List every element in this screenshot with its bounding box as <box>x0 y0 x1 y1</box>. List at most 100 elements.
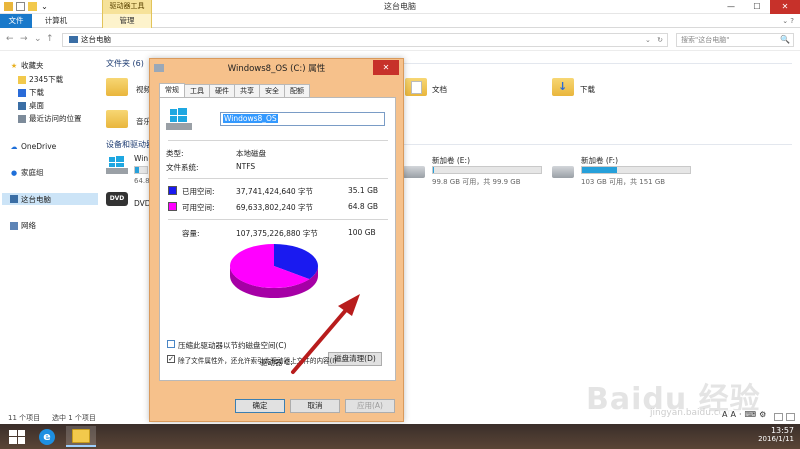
index-drive-label: 除了文件属性外，还允许索引此驱动器上文件的内容(I) <box>178 357 337 365</box>
explorer-icon <box>4 2 13 11</box>
new-folder-icon[interactable] <box>28 2 37 11</box>
start-button[interactable] <box>2 426 32 447</box>
recent-locations-button[interactable]: ⌄ <box>34 34 42 44</box>
index-drive-checkbox[interactable]: ✓ <box>167 355 175 363</box>
dialog-close-button[interactable]: ✕ <box>373 60 399 75</box>
nav-item-2345-download[interactable]: 2345下载 <box>18 74 63 85</box>
documents-folder-icon <box>405 78 427 96</box>
close-button[interactable]: ✕ <box>770 0 800 14</box>
internet-explorer-button[interactable]: e <box>32 426 62 447</box>
drive-c-usage-fill <box>135 167 140 173</box>
capacity-bytes: 107,375,226,880 字节 <box>236 229 318 238</box>
apply-button[interactable]: 应用(A) <box>345 399 395 413</box>
tab-computer[interactable]: 计算机 <box>36 14 76 28</box>
drive-c-usage-bar <box>134 166 148 174</box>
tab-file[interactable]: 文件 <box>0 14 32 28</box>
maximize-button[interactable]: ☐ <box>744 0 770 14</box>
forward-button[interactable]: → <box>20 34 28 44</box>
keyboard-icon[interactable]: ⌨ <box>745 410 757 419</box>
dialog-title: Windows8_OS (C:) 属性 <box>227 64 326 74</box>
ok-button[interactable]: 确定 <box>235 399 285 413</box>
folder-downloads-label[interactable]: 下载 <box>580 84 595 95</box>
compress-drive-checkbox[interactable] <box>167 340 175 348</box>
drive-c-name[interactable]: Win <box>134 154 148 163</box>
drive-c-free: 64.8 <box>134 177 150 185</box>
recent-places-icon <box>18 114 26 123</box>
drive-e-free: 99.8 GB 可用，共 99.9 GB <box>432 178 521 186</box>
windows-drive-icon <box>166 108 192 130</box>
type-value: 本地磁盘 <box>236 149 266 158</box>
refresh-button[interactable]: ↻ <box>657 36 663 44</box>
folder-documents-label[interactable]: 文档 <box>432 84 447 95</box>
folder-icon <box>106 110 128 128</box>
nav-this-pc[interactable]: 这台电脑 <box>2 193 98 205</box>
tab-quota[interactable]: 配额 <box>284 84 310 97</box>
address-controls: ⌄ ↻ <box>645 34 663 46</box>
ime-punct-icon[interactable]: · <box>739 410 742 419</box>
volume-name-text: Windows8_OS <box>223 114 278 123</box>
windows-logo-icon <box>9 429 25 444</box>
windows-drive-icon <box>106 156 128 174</box>
tab-general[interactable]: 常规 <box>159 83 185 97</box>
nav-onedrive[interactable]: ☁ OneDrive <box>10 142 57 151</box>
system-clock[interactable]: 13:57 2016/1/11 <box>734 426 794 448</box>
capacity-label: 容量: <box>182 229 200 238</box>
cancel-button[interactable]: 取消 <box>290 399 340 413</box>
tab-tools[interactable]: 工具 <box>184 84 210 97</box>
filesystem-value: NTFS <box>236 162 256 171</box>
folder-icon <box>106 78 128 96</box>
nav-item-desktop[interactable]: 桌面 <box>18 100 44 111</box>
taskbar: e 13:57 2016/1/11 <box>0 424 800 449</box>
drive-e-name[interactable]: 新加卷 (E:) <box>432 155 470 166</box>
address-field[interactable]: 这台电脑 ⌄ ↻ <box>62 33 668 47</box>
cloud-icon: ☁ <box>10 142 18 151</box>
drive-icon <box>154 64 164 72</box>
minimize-button[interactable]: — <box>718 0 744 14</box>
properties-dialog: Windows8_OS (C:) 属性 ✕ 常规 工具 硬件 共享 安全 配额 … <box>149 58 404 422</box>
chevron-down-icon[interactable]: ⌄ <box>40 2 49 11</box>
devices-group-title[interactable]: 设备和驱动器 <box>106 139 154 150</box>
up-button[interactable]: ↑ <box>46 34 54 44</box>
tab-hardware[interactable]: 硬件 <box>209 84 235 97</box>
gear-icon[interactable]: ⚙ <box>759 410 766 419</box>
nav-network[interactable]: 网络 <box>10 220 36 231</box>
drive-f-name[interactable]: 新加卷 (F:) <box>581 155 618 166</box>
address-path: 这台电脑 <box>81 35 111 44</box>
tab-manage[interactable]: 管理 <box>102 14 152 28</box>
nav-item-recent-places[interactable]: 最近访问的位置 <box>18 113 82 124</box>
drive-f-usage-bar <box>581 166 691 174</box>
tab-security[interactable]: 安全 <box>259 84 285 97</box>
folders-group-title[interactable]: 文件夹 (6) <box>106 58 144 69</box>
search-input[interactable]: 搜索"这台电脑" 🔍 <box>676 33 794 47</box>
item-count: 11 个项目 <box>8 414 41 422</box>
volume-name-input[interactable]: Windows8_OS <box>220 112 385 126</box>
network-icon <box>10 221 18 230</box>
ime-toolbar: A A · ⌨ ⚙ <box>720 410 769 419</box>
used-space-gb: 35.1 GB <box>348 186 379 195</box>
used-space-bytes: 37,741,424,640 字节 <box>236 187 314 196</box>
ribbon-expand-button[interactable]: ⌄ ? <box>782 17 794 25</box>
general-tab-panel: Windows8_OS 类型: 本地磁盘 文件系统: NTFS 已用空间: 37… <box>159 97 396 381</box>
free-space-bytes: 69,633,802,240 字节 <box>236 203 314 212</box>
dvd-drive-icon: DVD <box>106 192 128 206</box>
ime-mode-icon[interactable]: A <box>722 410 727 419</box>
clock-date: 2016/1/11 <box>758 435 794 443</box>
search-placeholder: 搜索"这台电脑" <box>681 36 730 44</box>
separator <box>168 219 388 220</box>
nav-favorites[interactable]: ★ 收藏夹 <box>10 60 44 71</box>
context-tab-group-label: 驱动器工具 <box>102 0 152 14</box>
drive-f-free: 103 GB 可用，共 151 GB <box>581 178 666 186</box>
ime-width-icon[interactable]: A <box>730 410 735 419</box>
back-button[interactable]: ← <box>6 34 14 44</box>
file-explorer-button[interactable] <box>66 426 96 447</box>
search-icon[interactable]: 🔍 <box>780 34 790 46</box>
address-dropdown-button[interactable]: ⌄ <box>645 36 651 44</box>
properties-icon[interactable] <box>16 2 25 11</box>
address-bar-row: ← → ⌄ ↑ 这台电脑 ⌄ ↻ 搜索"这台电脑" 🔍 <box>0 29 800 51</box>
nav-homegroup[interactable]: ● 家庭组 <box>10 167 44 178</box>
nav-item-downloads[interactable]: 下载 <box>18 87 44 98</box>
tab-sharing[interactable]: 共享 <box>234 84 260 97</box>
free-space-label: 可用空间: <box>182 203 215 212</box>
navigation-pane: ★ 收藏夹 2345下载 下载 桌面 最近访问的位置 ☁ OneDrive ● 家庭组… <box>0 52 100 410</box>
selected-count: 选中 1 个项目 <box>52 414 96 422</box>
